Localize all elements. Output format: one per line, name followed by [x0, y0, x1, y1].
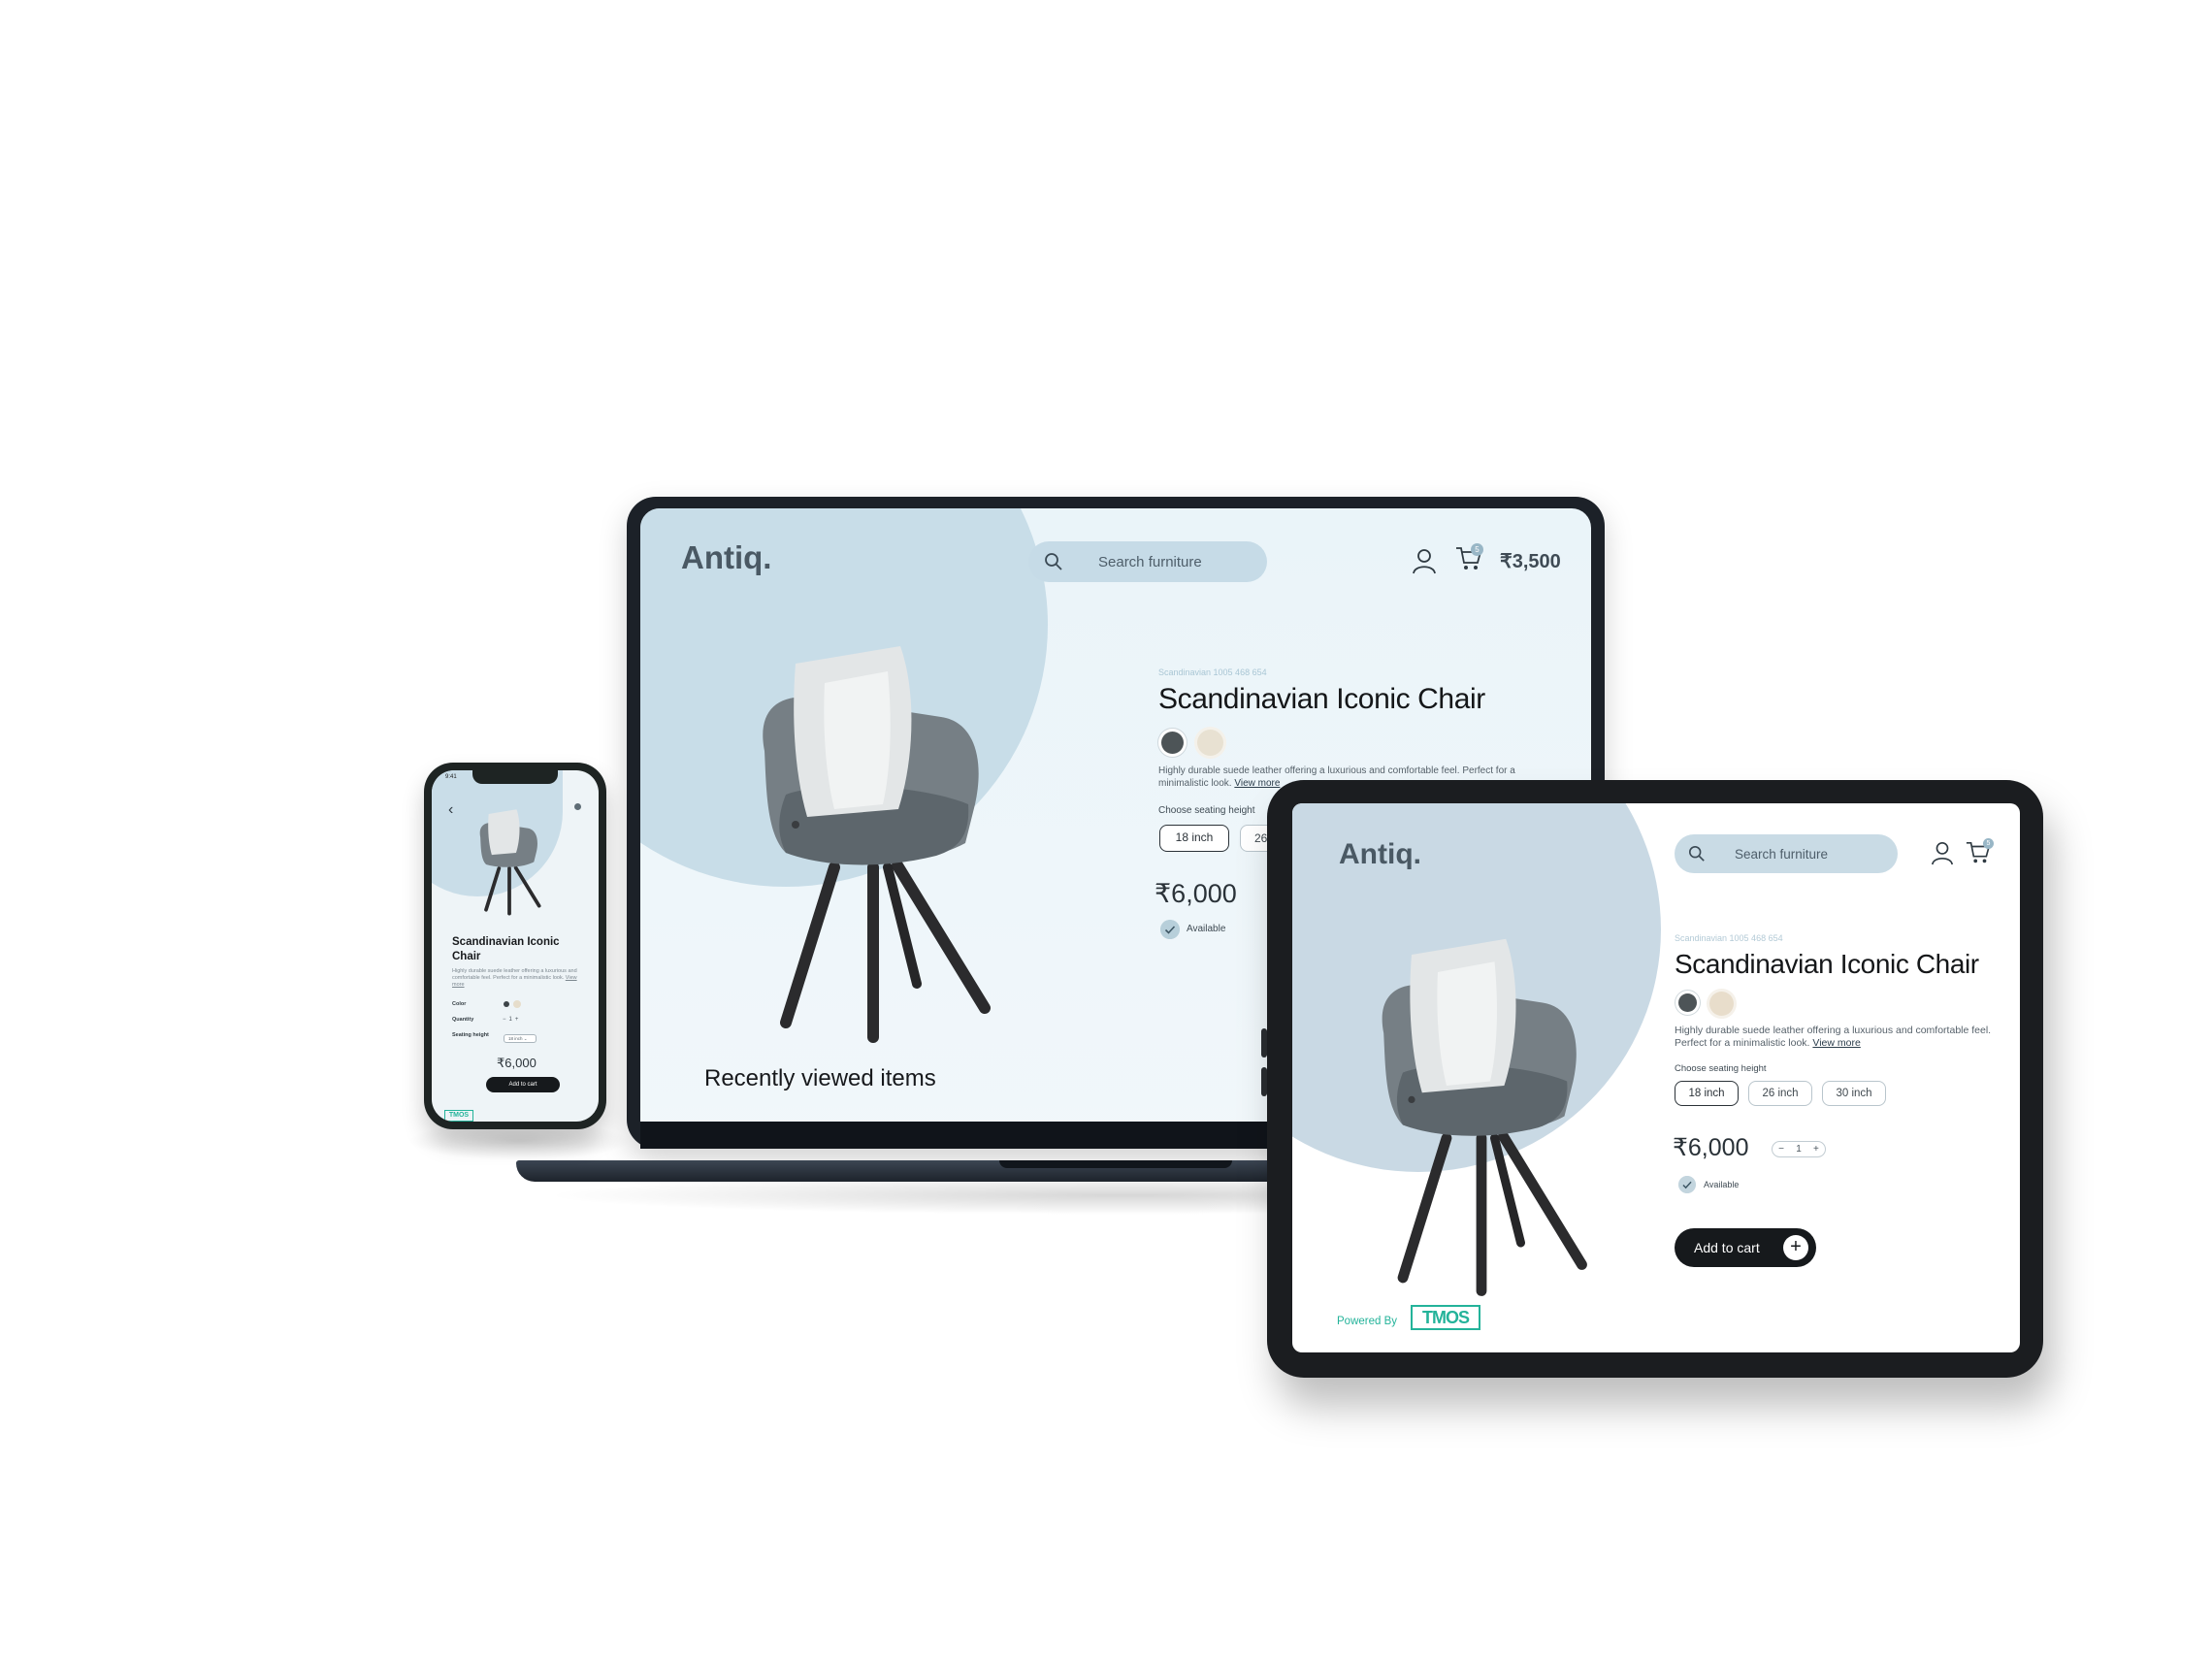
- increment-button[interactable]: +: [1813, 1144, 1819, 1155]
- search-input[interactable]: Search furniture: [1735, 847, 1828, 862]
- search-bar[interactable]: Search furniture: [1028, 541, 1267, 582]
- product-sku: Scandinavian 1005 468 654: [1158, 667, 1267, 677]
- tmos-logo: TMOS: [1411, 1305, 1480, 1330]
- product-description: Highly durable suede leather offering a …: [452, 968, 578, 989]
- seating-value: 18 inch: [508, 1036, 523, 1041]
- seating-height-select[interactable]: 18 inch ⌄: [504, 1034, 537, 1043]
- cart-count-badge: 5: [1983, 838, 1994, 849]
- seating-height-label: Choose seating height: [1158, 805, 1255, 816]
- seating-height-label: Choose seating height: [1675, 1063, 1767, 1074]
- back-arrow-icon[interactable]: ‹: [448, 801, 453, 819]
- product-price: ₹6,000: [497, 1056, 537, 1070]
- laptop-hinge: [999, 1160, 1232, 1168]
- product-description: Highly durable suede leather offering a …: [1675, 1025, 1995, 1050]
- tablet-frame: Antiq. Search furniture 5 Scandinavian 1…: [1267, 780, 2043, 1378]
- status-time: 9:41: [445, 774, 457, 780]
- add-to-cart-button[interactable]: Add to cart: [486, 1077, 560, 1092]
- quantity-stepper[interactable]: − 1 +: [1772, 1141, 1826, 1157]
- user-icon[interactable]: [1412, 547, 1437, 574]
- product-title: Scandinavian Iconic Chair: [1675, 949, 1979, 979]
- color-swatch-dark[interactable]: [1161, 732, 1184, 754]
- description-text: Highly durable suede leather offering a …: [452, 968, 577, 981]
- cart-count-badge: 5: [1471, 543, 1483, 556]
- site-logo[interactable]: Antiq.: [1339, 838, 1421, 871]
- view-more-link[interactable]: View more: [1812, 1037, 1860, 1049]
- cart-total[interactable]: ₹3,500: [1500, 549, 1561, 573]
- product-sku: Scandinavian 1005 468 654: [1675, 933, 1783, 943]
- search-input[interactable]: Search furniture: [1098, 554, 1202, 570]
- tmos-logo: TMOS: [444, 1110, 473, 1122]
- availability-status: Available: [1187, 924, 1226, 934]
- tablet-screen: Antiq. Search furniture 5 Scandinavian 1…: [1292, 803, 2020, 1352]
- color-swatch-beige[interactable]: [1709, 992, 1734, 1016]
- check-icon: [1678, 1176, 1696, 1193]
- color-swatch-beige[interactable]: [513, 1000, 521, 1008]
- seat-option-26[interactable]: 26 inch: [1748, 1081, 1812, 1106]
- search-bar[interactable]: Search furniture: [1675, 834, 1898, 873]
- device-mockup-stage: Antiq. Search furniture 5 ₹3,500 Scandin…: [0, 0, 2212, 1660]
- decrement-button[interactable]: −: [1778, 1144, 1784, 1155]
- seating-height-label: Seating height: [452, 1032, 489, 1038]
- phone-frame: 9:41 ‹ Scandinavian Iconic Chair Highly …: [424, 763, 606, 1129]
- product-title: Scandinavian Iconic Chair: [452, 936, 560, 962]
- availability-status: Available: [1704, 1180, 1740, 1189]
- color-swatch-beige[interactable]: [1197, 730, 1223, 756]
- phone-notch: [472, 770, 558, 784]
- quantity-value: 1: [1796, 1144, 1802, 1155]
- product-price: ₹6,000: [1155, 879, 1237, 908]
- chair-product-image: [479, 809, 541, 916]
- favorite-icon[interactable]: [574, 803, 581, 810]
- color-swatch-dark[interactable]: [1678, 993, 1697, 1012]
- product-price: ₹6,000: [1673, 1134, 1749, 1161]
- seat-option-18[interactable]: 18 inch: [1675, 1081, 1739, 1106]
- search-icon: [1045, 553, 1062, 570]
- quantity-label: Quantity: [452, 1017, 474, 1023]
- check-icon: [1160, 920, 1180, 939]
- site-logo[interactable]: Antiq.: [681, 539, 771, 576]
- seat-option-30[interactable]: 30 inch: [1822, 1081, 1886, 1106]
- user-icon[interactable]: [1931, 840, 1954, 865]
- plus-icon[interactable]: +: [1783, 1235, 1808, 1260]
- color-swatch-dark[interactable]: [504, 1001, 509, 1007]
- color-label: Color: [452, 1001, 467, 1007]
- search-icon: [1688, 845, 1705, 862]
- chair-product-image: [1382, 938, 1587, 1296]
- seat-option-18[interactable]: 18 inch: [1159, 825, 1229, 852]
- quantity-value: 1: [508, 1017, 515, 1023]
- quantity-stepper[interactable]: −1+: [503, 1017, 521, 1023]
- powered-by-label: Powered By: [1337, 1316, 1398, 1327]
- chair-product-image: [763, 646, 991, 1043]
- product-title: Scandinavian Iconic Chair: [1158, 683, 1485, 715]
- phone-screen: 9:41 ‹ Scandinavian Iconic Chair Highly …: [432, 770, 599, 1122]
- recently-viewed-heading: Recently viewed items: [704, 1065, 936, 1091]
- view-more-link[interactable]: View more: [1234, 778, 1280, 789]
